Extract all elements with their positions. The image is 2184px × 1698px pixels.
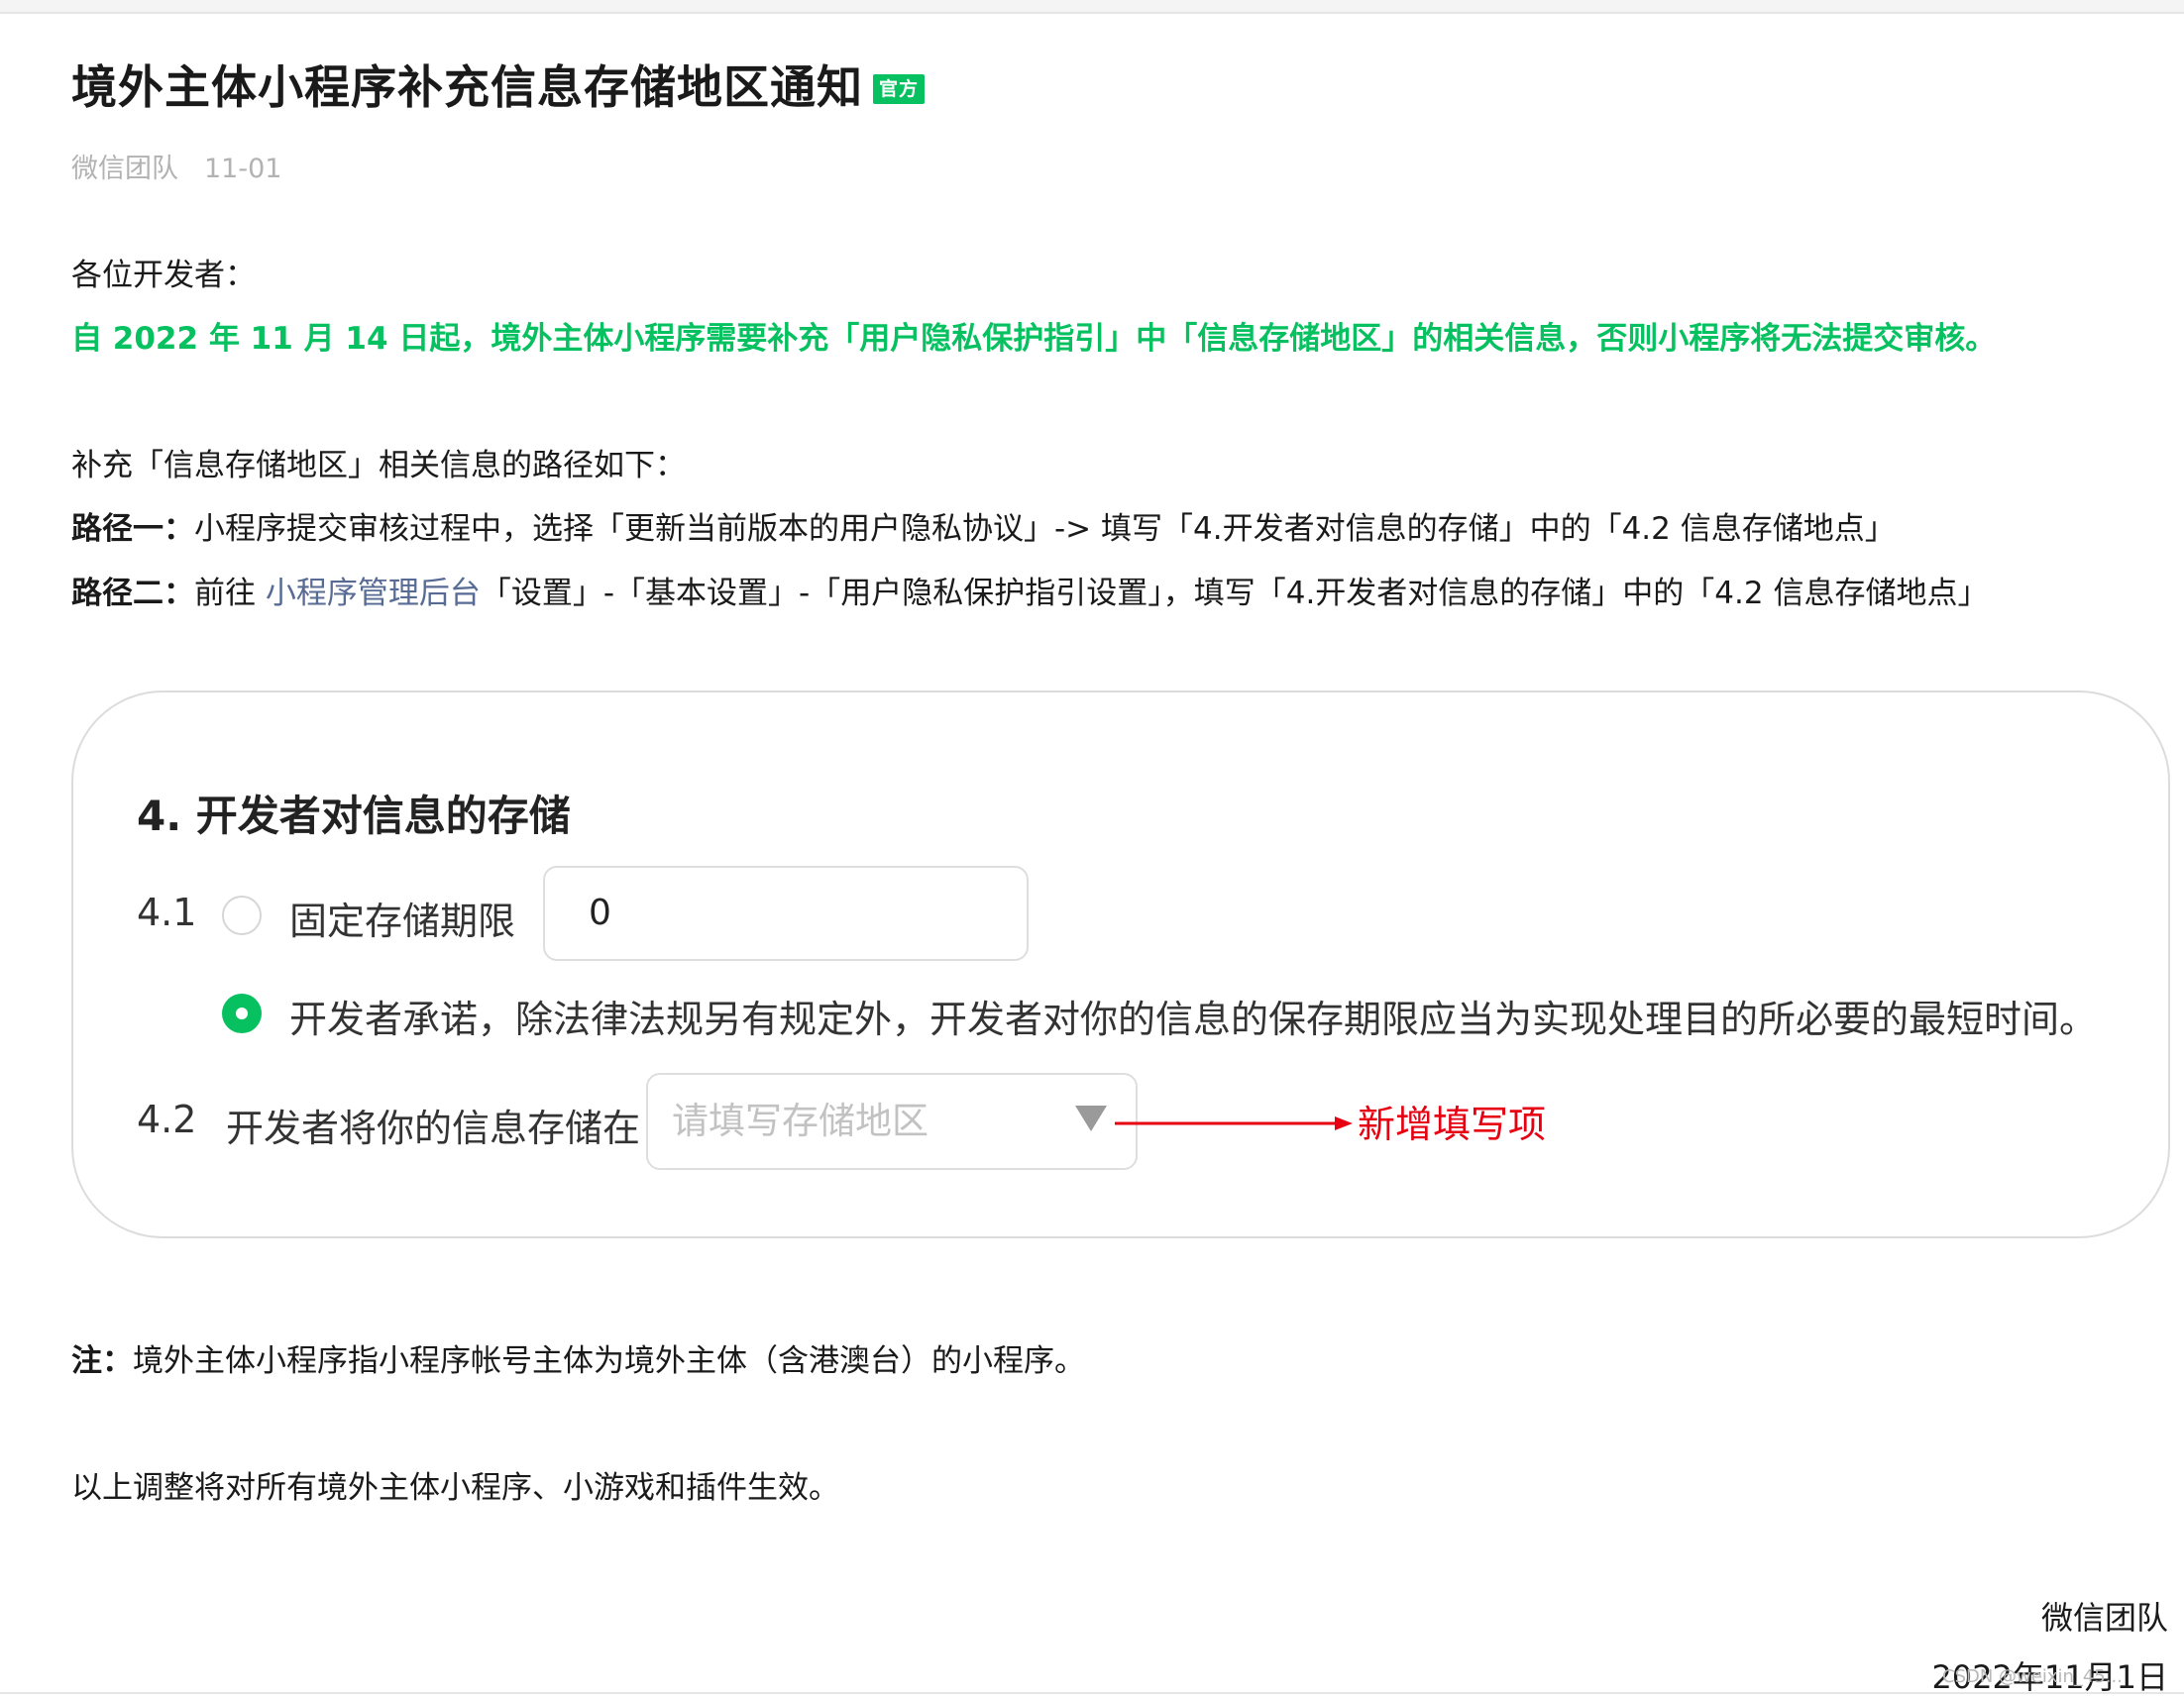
path-intro: 补充「信息存储地区」相关信息的路径如下：: [71, 448, 686, 483]
official-badge: 官方: [873, 74, 926, 104]
promise-radio-selected[interactable]: [222, 994, 262, 1033]
path-one: 路径一：小程序提交审核过程中，选择「更新当前版本的用户隐私协议」-> 填写「4.…: [71, 507, 1896, 551]
storage-region-label: 开发者将你的信息存储在: [226, 1107, 641, 1150]
note: 注：境外主体小程序指小程序帐号主体为境外主体（含港澳台）的小程序。: [71, 1339, 1085, 1383]
red-arrow-icon: [1115, 1116, 1353, 1130]
path-two-suffix: 「设置」-「基本设置」-「用户隐私保护指引设置」，填写「4.开发者对信息的存储」…: [480, 576, 1989, 611]
article-title: 境外主体小程序补充信息存储地区通知 官方: [71, 55, 926, 119]
path-two-prefix: 前往: [194, 576, 266, 611]
highlight-notice: 自 2022 年 11 月 14 日起，境外主体小程序需要补充「用户隐私保护指引…: [71, 321, 1997, 357]
greeting: 各位开发者：: [71, 258, 256, 293]
top-divider: [0, 0, 2184, 14]
path-one-text: 小程序提交审核过程中，选择「更新当前版本的用户隐私协议」-> 填写「4.开发者对…: [194, 511, 1896, 547]
path-one-label: 路径一：: [71, 511, 194, 547]
path-two: 路径二：前往 小程序管理后台「设置」-「基本设置」-「用户隐私保护指引设置」，填…: [71, 572, 1988, 615]
bottom-divider: [0, 1692, 2184, 1694]
item-4-2-number: 4.2: [137, 1098, 197, 1141]
note-text: 境外主体小程序指小程序帐号主体为境外主体（含港澳台）的小程序。: [133, 1343, 1085, 1379]
author-link[interactable]: 微信团队: [71, 154, 178, 184]
fixed-period-label: 固定存储期限: [289, 900, 516, 943]
promise-option-label: 开发者承诺，除法律法规另有规定外，开发者对你的信息的保存期限应当为实现处理目的所…: [289, 998, 2098, 1041]
storage-region-select[interactable]: 请填写存储地区: [646, 1073, 1138, 1170]
storage-section-title: 4. 开发者对信息的存储: [137, 792, 571, 840]
new-item-annotation: 新增填写项: [1358, 1103, 1547, 1146]
chevron-down-icon: [1075, 1106, 1107, 1131]
signature-team: 微信团队: [2040, 1599, 2168, 1637]
admin-console-link[interactable]: 小程序管理后台: [266, 576, 481, 611]
watermark: CSDN @weixin_45...: [1942, 1666, 2123, 1687]
effect-statement: 以上调整将对所有境外主体小程序、小游戏和插件生效。: [71, 1470, 839, 1506]
item-4-1-number: 4.1: [137, 891, 197, 934]
fixed-period-radio[interactable]: [222, 896, 262, 935]
article-meta: 微信团队 11-01: [71, 147, 281, 185]
fixed-period-input[interactable]: 0: [543, 866, 1029, 961]
note-label: 注：: [71, 1343, 133, 1379]
publish-date: 11-01: [204, 154, 282, 184]
path-two-label: 路径二：: [71, 576, 194, 611]
article-title-text: 境外主体小程序补充信息存储地区通知: [71, 60, 863, 114]
